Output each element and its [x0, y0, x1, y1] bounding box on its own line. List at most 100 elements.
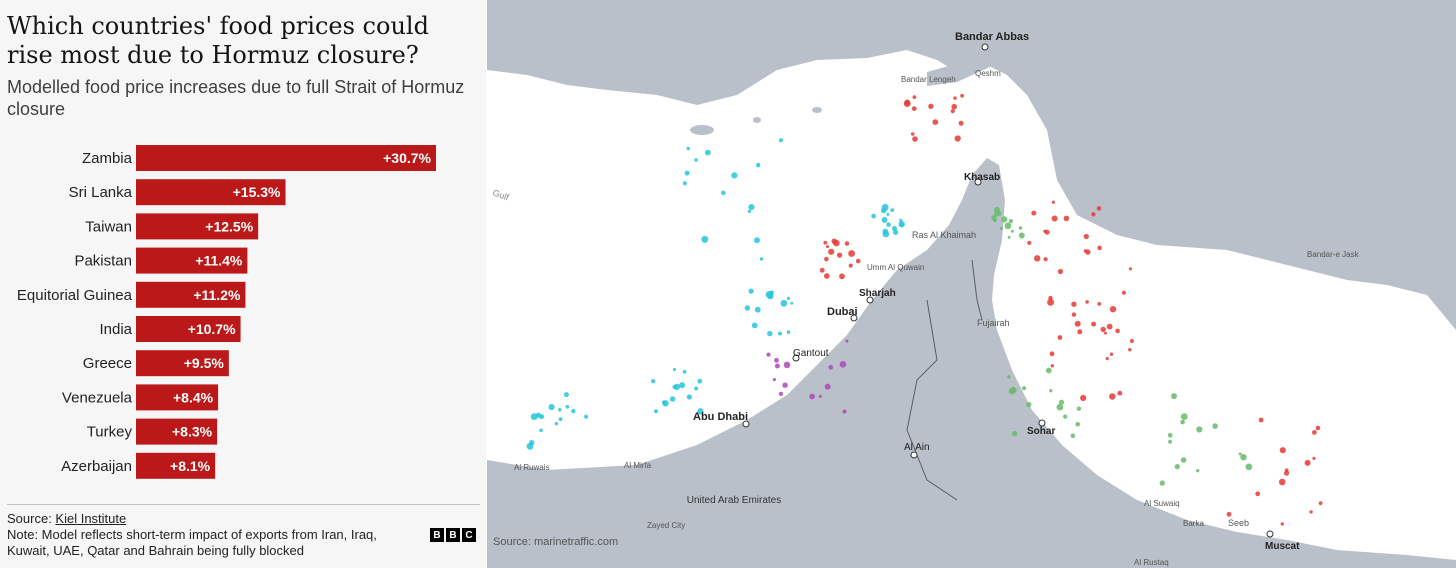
- city-label: Sohar: [1027, 426, 1055, 437]
- value-label: +12.5%: [205, 218, 253, 234]
- ship-marker: [1100, 326, 1106, 333]
- chart-title: Which countries' food prices could rise …: [7, 12, 429, 69]
- ship-marker: [684, 170, 690, 176]
- ship-marker: [748, 288, 754, 294]
- ship-marker: [1278, 478, 1286, 486]
- value-label: +30.7%: [383, 150, 431, 166]
- ship-marker: [767, 330, 773, 337]
- ship-marker: [1051, 200, 1055, 204]
- ship-marker: [1096, 206, 1102, 211]
- ship-marker: [958, 120, 964, 126]
- ship-marker: [819, 267, 825, 273]
- ship-marker: [1312, 430, 1317, 435]
- ship-marker: [1047, 298, 1055, 306]
- city-label: Al Mirfa: [624, 461, 652, 470]
- ship-marker: [672, 385, 677, 389]
- footnote: Note: Model reflects short-term impact o…: [7, 527, 377, 558]
- logo-letter: C: [462, 528, 476, 542]
- ship-marker: [759, 257, 764, 261]
- ship-marker: [1043, 257, 1048, 262]
- ship-marker: [994, 212, 999, 217]
- ship-marker: [828, 248, 835, 255]
- land-island: [690, 125, 714, 135]
- ship-marker: [751, 322, 758, 329]
- ship-marker: [848, 263, 853, 268]
- ship-marker: [1004, 222, 1012, 230]
- ship-marker: [1063, 414, 1068, 419]
- value-label: +9.5%: [184, 355, 225, 371]
- city-label: Al Ain: [904, 442, 930, 453]
- ship-marker: [1049, 389, 1053, 393]
- ship-marker: [539, 428, 543, 433]
- ship-marker: [548, 404, 555, 411]
- ship-marker: [697, 378, 703, 384]
- ship-marker: [1245, 463, 1253, 471]
- ship-marker: [951, 103, 957, 110]
- ship-marker: [1309, 510, 1313, 514]
- ship-marker: [1315, 425, 1321, 431]
- ship-marker: [748, 204, 755, 211]
- city-label: Ras Al Khaimah: [912, 230, 976, 240]
- ship-marker: [786, 330, 791, 335]
- ship-marker: [1050, 364, 1054, 368]
- ship-marker: [766, 352, 771, 357]
- ship-marker: [953, 96, 957, 100]
- ship-marker: [694, 386, 699, 391]
- ship-marker: [1076, 406, 1082, 411]
- ship-marker: [1167, 433, 1173, 438]
- ship-marker: [756, 162, 761, 168]
- ship-marker: [1058, 399, 1065, 405]
- ship-marker: [1080, 394, 1087, 402]
- ship-marker: [1045, 367, 1052, 374]
- category-label: Pakistan: [74, 253, 132, 270]
- ship-marker: [824, 273, 830, 279]
- ship-marker: [1031, 210, 1037, 216]
- ship-marker: [1018, 232, 1025, 239]
- ship-marker: [1070, 433, 1076, 439]
- ship-marker: [1091, 212, 1096, 217]
- category-label: Sri Lanka: [69, 184, 133, 201]
- value-label: +8.3%: [172, 424, 213, 440]
- ship-marker: [1057, 268, 1063, 275]
- land-island: [753, 117, 761, 123]
- ship-marker: [1171, 393, 1177, 400]
- ship-marker: [1312, 456, 1316, 460]
- ship-marker: [778, 138, 784, 143]
- ship-marker: [686, 394, 692, 400]
- logo-letter: B: [430, 528, 444, 542]
- city-dot: [1266, 530, 1274, 538]
- ship-marker: [1027, 240, 1032, 245]
- ship-marker: [823, 240, 828, 245]
- ship-marker: [1168, 439, 1173, 444]
- ship-marker: [526, 442, 534, 450]
- ship-marker: [694, 158, 698, 162]
- ship-marker: [1238, 452, 1242, 456]
- ship-marker: [1106, 323, 1113, 330]
- ship-marker: [704, 149, 711, 156]
- chart-subtitle: Modelled food price increases due to ful…: [7, 77, 465, 119]
- city-label: Fujairah: [977, 318, 1010, 328]
- ship-marker: [993, 218, 998, 222]
- ship-marker: [886, 212, 890, 216]
- ship-marker: [782, 382, 788, 388]
- ship-marker: [1226, 511, 1232, 517]
- value-label: +15.3%: [233, 184, 281, 200]
- ship-marker: [1010, 229, 1014, 233]
- category-label: Zambia: [82, 150, 133, 167]
- ship-marker: [778, 331, 782, 336]
- ship-marker: [754, 306, 761, 313]
- ship-marker: [912, 136, 918, 142]
- ship-marker: [844, 241, 850, 246]
- ship-marker: [565, 405, 570, 409]
- ship-marker: [839, 361, 847, 368]
- ship-marker: [1077, 329, 1083, 335]
- ship-marker: [682, 369, 687, 374]
- ship-marker: [1255, 491, 1261, 497]
- ship-marker: [754, 237, 760, 244]
- category-label: India: [99, 321, 132, 338]
- category-label: Taiwan: [85, 218, 132, 235]
- source-link[interactable]: Kiel Institute: [55, 511, 126, 526]
- map-source: Source: marinetraffic.com: [493, 536, 619, 548]
- ship-marker: [1097, 302, 1102, 306]
- footer-divider: [7, 504, 480, 505]
